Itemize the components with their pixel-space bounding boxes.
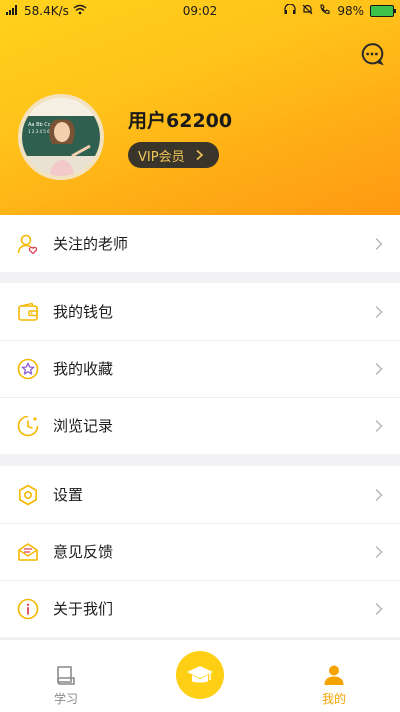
menu-item-label: 意见反馈 <box>53 543 114 561</box>
avatar[interactable]: Aa Bb Cc Dd E 1 2 3 4 5 6 7 8 9 0 <box>18 94 104 180</box>
chevron-right-icon <box>375 362 383 375</box>
battery-icon <box>370 5 396 17</box>
history-icon <box>17 415 39 437</box>
chat-bubble-icon <box>361 43 384 66</box>
chevron-right-icon <box>375 602 383 615</box>
menu-item-favorites[interactable]: 我的收藏 <box>0 340 400 397</box>
menu-item-settings[interactable]: 设置 <box>0 466 400 523</box>
menu-item-wallet[interactable]: 我的钱包 <box>0 283 400 340</box>
menu-item-label: 关注的老师 <box>53 235 129 253</box>
mute-icon <box>302 4 313 18</box>
info-icon <box>17 598 39 620</box>
vip-member-button[interactable]: VIP会员 <box>128 142 219 168</box>
tab-label: 学习 <box>53 692 78 706</box>
tab-mine[interactable]: 我的 <box>284 640 384 712</box>
menu-item-label: 设置 <box>53 486 84 504</box>
menu-item-label: 我的收藏 <box>53 360 114 378</box>
vip-label: VIP会员 <box>138 149 185 165</box>
tab-study[interactable]: 学习 <box>16 640 116 712</box>
chevron-right-icon <box>196 149 203 161</box>
book-icon <box>57 666 75 685</box>
chevron-right-icon <box>375 488 383 501</box>
center-courses-button[interactable] <box>176 651 224 699</box>
followed-teachers-icon <box>17 233 39 255</box>
menu-group-account: 我的钱包 我的收藏 浏览记录 <box>0 283 400 454</box>
star-icon <box>17 358 39 380</box>
menu-item-about[interactable]: 关于我们 <box>0 580 400 637</box>
menu-item-feedback[interactable]: 意见反馈 <box>0 523 400 580</box>
wallet-icon <box>17 301 39 323</box>
menu-group-following: 关注的老师 <box>0 215 400 272</box>
headset-icon <box>284 3 296 18</box>
menu-item-label: 我的钱包 <box>53 303 114 321</box>
person-icon <box>324 665 344 685</box>
feedback-icon <box>17 541 39 563</box>
menu-item-label: 浏览记录 <box>53 417 114 435</box>
status-bar: 58.4K/s 09:02 98% <box>0 0 400 22</box>
menu-item-label: 关于我们 <box>53 600 114 618</box>
tab-label: 我的 <box>321 692 346 706</box>
chevron-right-icon <box>375 545 383 558</box>
profile-header: 58.4K/s 09:02 98% Aa Bb Cc Dd E 1 2 3 4 … <box>0 0 400 215</box>
graduation-cap-icon <box>187 666 213 683</box>
settings-icon <box>17 484 39 506</box>
call-icon <box>319 4 331 18</box>
chevron-right-icon <box>375 237 383 250</box>
chevron-right-icon <box>375 419 383 432</box>
menu-item-followed-teachers[interactable]: 关注的老师 <box>0 215 400 272</box>
menu-item-history[interactable]: 浏览记录 <box>0 397 400 454</box>
message-button[interactable] <box>360 42 384 66</box>
menu-group-system: 设置 意见反馈 关于我们 <box>0 466 400 637</box>
chevron-right-icon <box>375 305 383 318</box>
battery-percent: 98% <box>337 4 364 18</box>
username: 用户62200 <box>128 110 233 132</box>
